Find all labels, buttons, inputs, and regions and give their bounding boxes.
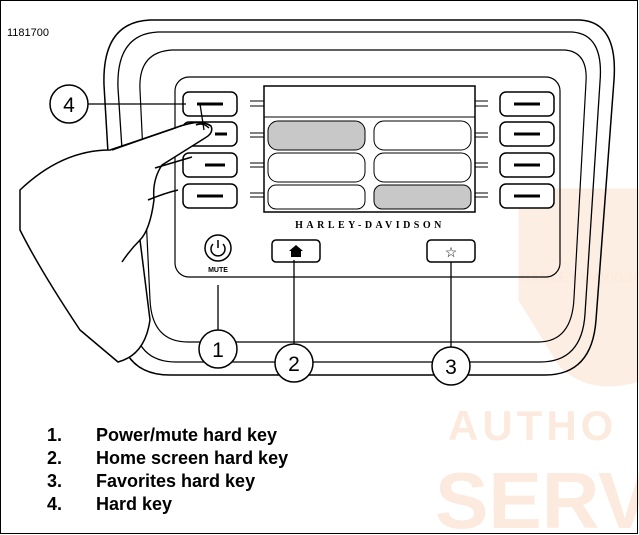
display-tile-6[interactable] — [373, 184, 472, 210]
callout-4: 4 — [49, 84, 89, 124]
callout-1-label: 1 — [212, 339, 224, 362]
brand-label: HARLEY-DAVIDSON — [295, 220, 445, 231]
display-tile-3[interactable] — [267, 152, 366, 183]
callout-1: 1 — [198, 329, 238, 369]
legend-list: 1. Power/mute hard key 2. Home screen ha… — [47, 424, 288, 516]
callout-3: 3 — [431, 346, 471, 386]
display-tile-4[interactable] — [373, 152, 472, 183]
legend-text: Favorites hard key — [96, 471, 256, 491]
legend-item-2: 2. Home screen hard key — [47, 447, 288, 470]
right-hard-keys — [474, 91, 555, 209]
legend-item-4: 4. Hard key — [47, 493, 288, 516]
star-icon: ☆ — [445, 244, 458, 260]
left-hard-keys — [182, 91, 264, 209]
display-tile-1[interactable] — [267, 120, 366, 151]
legend-num: 3. — [47, 471, 63, 491]
callout-3-label: 3 — [445, 356, 457, 379]
legend-text: Power/mute hard key — [96, 425, 278, 445]
watermark-shield — [518, 188, 639, 387]
watermark-line2: SERV — [435, 456, 639, 535]
callout-4-label: 4 — [63, 94, 75, 117]
figure-id: 1181700 — [7, 27, 50, 39]
callout-2: 2 — [274, 343, 314, 383]
mute-label: MUTE — [208, 267, 228, 274]
legend-num: 4. — [47, 494, 63, 514]
display-tile-5[interactable] — [267, 184, 366, 210]
legend-item-1: 1. Power/mute hard key — [47, 424, 288, 447]
legend-item-3: 3. Favorites hard key — [47, 470, 288, 493]
callout-2-label: 2 — [288, 353, 300, 376]
display-tile-2[interactable] — [373, 120, 472, 151]
legend-num: 2. — [47, 448, 63, 468]
legend-num: 1. — [47, 425, 63, 445]
legend-text: Home screen hard key — [96, 448, 289, 468]
legend-text: Hard key — [96, 494, 173, 514]
watermark-line1: AUTHO — [448, 402, 617, 449]
